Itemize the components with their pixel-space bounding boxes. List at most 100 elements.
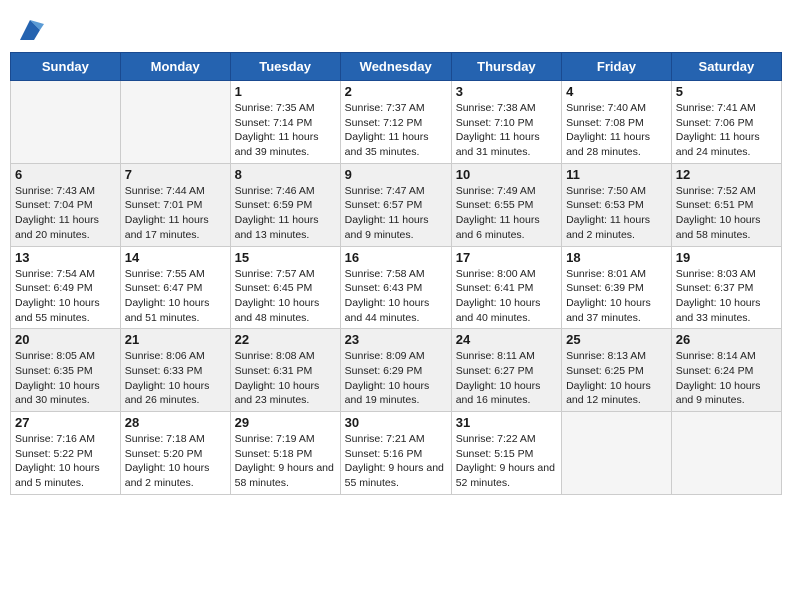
day-number: 1 xyxy=(235,84,336,99)
calendar-cell: 17Sunrise: 8:00 AM Sunset: 6:41 PM Dayli… xyxy=(451,246,561,329)
calendar-cell: 3 Sunrise: 7:38 AM Sunset: 7:10 PM Daylig… xyxy=(451,81,561,164)
day-header-thursday: Thursday xyxy=(451,53,561,81)
day-number: 12 xyxy=(676,167,777,182)
cell-detail: Sunrise: 7:55 AM Sunset: 6:47 PM Dayligh… xyxy=(125,267,226,326)
calendar-cell: 14 Sunrise: 7:55 AM Sunset: 6:47 PM Dayli… xyxy=(120,246,230,329)
cell-detail: Sunrise: 8:03 AM Sunset: 6:37 PM Dayligh… xyxy=(676,267,777,326)
cell-detail: Sunrise: 7:16 AM Sunset: 5:22 PM Dayligh… xyxy=(15,432,116,491)
day-number: 10 xyxy=(456,167,557,182)
calendar-cell: 19 Sunrise: 8:03 AM Sunset: 6:37 PM Dayli… xyxy=(671,246,781,329)
cell-detail: Sunrise: 7:40 AM Sunset: 7:08 PM Dayligh… xyxy=(566,101,667,160)
page-header xyxy=(10,10,782,44)
calendar-cell: 7 Sunrise: 7:44 AM Sunset: 7:01 PM Daylig… xyxy=(120,163,230,246)
cell-detail: Sunrise: 8:01 AM Sunset: 6:39 PM Dayligh… xyxy=(566,267,667,326)
cell-detail: Sunrise: 8:08 AM Sunset: 6:31 PM Dayligh… xyxy=(235,349,336,408)
cell-detail: Sunrise: 7:35 AM Sunset: 7:14 PM Dayligh… xyxy=(235,101,336,160)
day-number: 5 xyxy=(676,84,777,99)
calendar-cell: 11 Sunrise: 7:50 AM Sunset: 6:53 PM Dayli… xyxy=(562,163,672,246)
calendar-cell: 23 Sunrise: 8:09 AM Sunset: 6:29 PM Dayli… xyxy=(340,329,451,412)
cell-detail: Sunrise: 7:49 AM Sunset: 6:55 PM Dayligh… xyxy=(456,184,557,243)
day-number: 4 xyxy=(566,84,667,99)
cell-detail: Sunrise: 7:46 AM Sunset: 6:59 PM Dayligh… xyxy=(235,184,336,243)
day-number: 24 xyxy=(456,332,557,347)
day-header-saturday: Saturday xyxy=(671,53,781,81)
day-number: 3 xyxy=(456,84,557,99)
day-number: 13 xyxy=(15,250,116,265)
logo-icon xyxy=(16,16,44,44)
calendar-cell: 20Sunrise: 8:05 AM Sunset: 6:35 PM Dayli… xyxy=(11,329,121,412)
day-number: 22 xyxy=(235,332,336,347)
day-header-wednesday: Wednesday xyxy=(340,53,451,81)
cell-detail: Sunrise: 8:05 AM Sunset: 6:35 PM Dayligh… xyxy=(15,349,116,408)
cell-detail: Sunrise: 7:43 AM Sunset: 7:04 PM Dayligh… xyxy=(15,184,116,243)
cell-detail: Sunrise: 7:37 AM Sunset: 7:12 PM Dayligh… xyxy=(345,101,447,160)
calendar-cell: 30 Sunrise: 7:21 AM Sunset: 5:16 PM Dayli… xyxy=(340,412,451,495)
calendar-cell: 18 Sunrise: 8:01 AM Sunset: 6:39 PM Dayli… xyxy=(562,246,672,329)
day-header-friday: Friday xyxy=(562,53,672,81)
cell-detail: Sunrise: 8:11 AM Sunset: 6:27 PM Dayligh… xyxy=(456,349,557,408)
day-number: 28 xyxy=(125,415,226,430)
day-number: 29 xyxy=(235,415,336,430)
day-number: 21 xyxy=(125,332,226,347)
calendar-cell: 25 Sunrise: 8:13 AM Sunset: 6:25 PM Dayli… xyxy=(562,329,672,412)
cell-detail: Sunrise: 7:50 AM Sunset: 6:53 PM Dayligh… xyxy=(566,184,667,243)
day-number: 14 xyxy=(125,250,226,265)
cell-detail: Sunrise: 7:19 AM Sunset: 5:18 PM Dayligh… xyxy=(235,432,336,491)
day-number: 30 xyxy=(345,415,447,430)
day-number: 2 xyxy=(345,84,447,99)
day-number: 6 xyxy=(15,167,116,182)
calendar-cell: 24 Sunrise: 8:11 AM Sunset: 6:27 PM Dayli… xyxy=(451,329,561,412)
calendar-cell: 9 Sunrise: 7:47 AM Sunset: 6:57 PM Daylig… xyxy=(340,163,451,246)
cell-detail: Sunrise: 7:47 AM Sunset: 6:57 PM Dayligh… xyxy=(345,184,447,243)
cell-detail: Sunrise: 8:09 AM Sunset: 6:29 PM Dayligh… xyxy=(345,349,447,408)
day-number: 16 xyxy=(345,250,447,265)
calendar-cell xyxy=(671,412,781,495)
calendar-cell: 2 Sunrise: 7:37 AM Sunset: 7:12 PM Daylig… xyxy=(340,81,451,164)
calendar-table: SundayMondayTuesdayWednesdayThursdayFrid… xyxy=(10,52,782,495)
calendar-cell: 27 Sunrise: 7:16 AM Sunset: 5:22 PM Dayli… xyxy=(11,412,121,495)
day-number: 8 xyxy=(235,167,336,182)
cell-detail: Sunrise: 7:22 AM Sunset: 5:15 PM Dayligh… xyxy=(456,432,557,491)
cell-detail: Sunrise: 7:54 AM Sunset: 6:49 PM Dayligh… xyxy=(15,267,116,326)
calendar-cell xyxy=(11,81,121,164)
cell-detail: Sunrise: 7:57 AM Sunset: 6:45 PM Dayligh… xyxy=(235,267,336,326)
calendar-cell: 15Sunrise: 7:57 AM Sunset: 6:45 PM Dayli… xyxy=(230,246,340,329)
calendar-cell: 1 Sunrise: 7:35 AM Sunset: 7:14 PM Daylig… xyxy=(230,81,340,164)
calendar-cell xyxy=(562,412,672,495)
day-number: 27 xyxy=(15,415,116,430)
cell-detail: Sunrise: 7:38 AM Sunset: 7:10 PM Dayligh… xyxy=(456,101,557,160)
day-header-monday: Monday xyxy=(120,53,230,81)
calendar-cell: 26 Sunrise: 8:14 AM Sunset: 6:24 PM Dayli… xyxy=(671,329,781,412)
calendar-cell: 28 Sunrise: 7:18 AM Sunset: 5:20 PM Dayli… xyxy=(120,412,230,495)
day-number: 7 xyxy=(125,167,226,182)
calendar-cell: 21Sunrise: 8:06 AM Sunset: 6:33 PM Dayli… xyxy=(120,329,230,412)
day-number: 26 xyxy=(676,332,777,347)
calendar-cell: 6 Sunrise: 7:43 AM Sunset: 7:04 PM Daylig… xyxy=(11,163,121,246)
cell-detail: Sunrise: 7:41 AM Sunset: 7:06 PM Dayligh… xyxy=(676,101,777,160)
day-number: 23 xyxy=(345,332,447,347)
calendar-cell: 22 Sunrise: 8:08 AM Sunset: 6:31 PM Dayli… xyxy=(230,329,340,412)
calendar-cell: 8 Sunrise: 7:46 AM Sunset: 6:59 PM Daylig… xyxy=(230,163,340,246)
cell-detail: Sunrise: 8:13 AM Sunset: 6:25 PM Dayligh… xyxy=(566,349,667,408)
day-number: 31 xyxy=(456,415,557,430)
day-number: 25 xyxy=(566,332,667,347)
day-header-tuesday: Tuesday xyxy=(230,53,340,81)
cell-detail: Sunrise: 7:21 AM Sunset: 5:16 PM Dayligh… xyxy=(345,432,447,491)
calendar-cell: 12 Sunrise: 7:52 AM Sunset: 6:51 PM Dayli… xyxy=(671,163,781,246)
calendar-cell: 5 Sunrise: 7:41 AM Sunset: 7:06 PM Daylig… xyxy=(671,81,781,164)
day-header-sunday: Sunday xyxy=(11,53,121,81)
calendar-cell: 29 Sunrise: 7:19 AM Sunset: 5:18 PM Dayli… xyxy=(230,412,340,495)
calendar-cell: 10 Sunrise: 7:49 AM Sunset: 6:55 PM Dayli… xyxy=(451,163,561,246)
day-number: 18 xyxy=(566,250,667,265)
cell-detail: Sunrise: 7:18 AM Sunset: 5:20 PM Dayligh… xyxy=(125,432,226,491)
day-number: 11 xyxy=(566,167,667,182)
cell-detail: Sunrise: 7:52 AM Sunset: 6:51 PM Dayligh… xyxy=(676,184,777,243)
day-number: 9 xyxy=(345,167,447,182)
cell-detail: Sunrise: 8:14 AM Sunset: 6:24 PM Dayligh… xyxy=(676,349,777,408)
cell-detail: Sunrise: 7:58 AM Sunset: 6:43 PM Dayligh… xyxy=(345,267,447,326)
logo xyxy=(14,16,44,44)
day-number: 17 xyxy=(456,250,557,265)
day-number: 19 xyxy=(676,250,777,265)
cell-detail: Sunrise: 7:44 AM Sunset: 7:01 PM Dayligh… xyxy=(125,184,226,243)
calendar-cell: 4 Sunrise: 7:40 AM Sunset: 7:08 PM Daylig… xyxy=(562,81,672,164)
